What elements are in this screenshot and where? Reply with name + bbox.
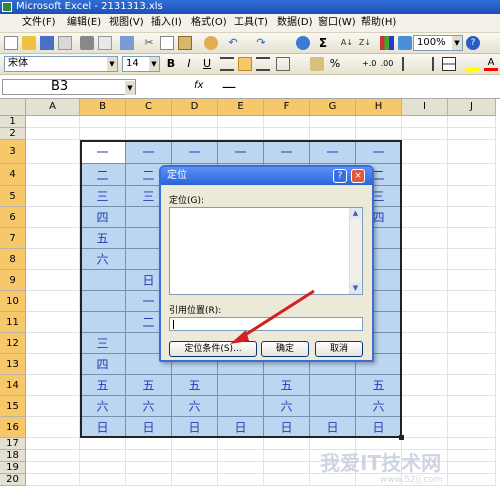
watermark-logo: 我爱IT技术网 xyxy=(320,451,442,475)
arrow-head xyxy=(230,330,249,344)
arrow-shaft xyxy=(241,289,315,339)
annotation-arrow xyxy=(230,289,315,344)
watermark-url: www.52ij.com xyxy=(380,475,443,485)
